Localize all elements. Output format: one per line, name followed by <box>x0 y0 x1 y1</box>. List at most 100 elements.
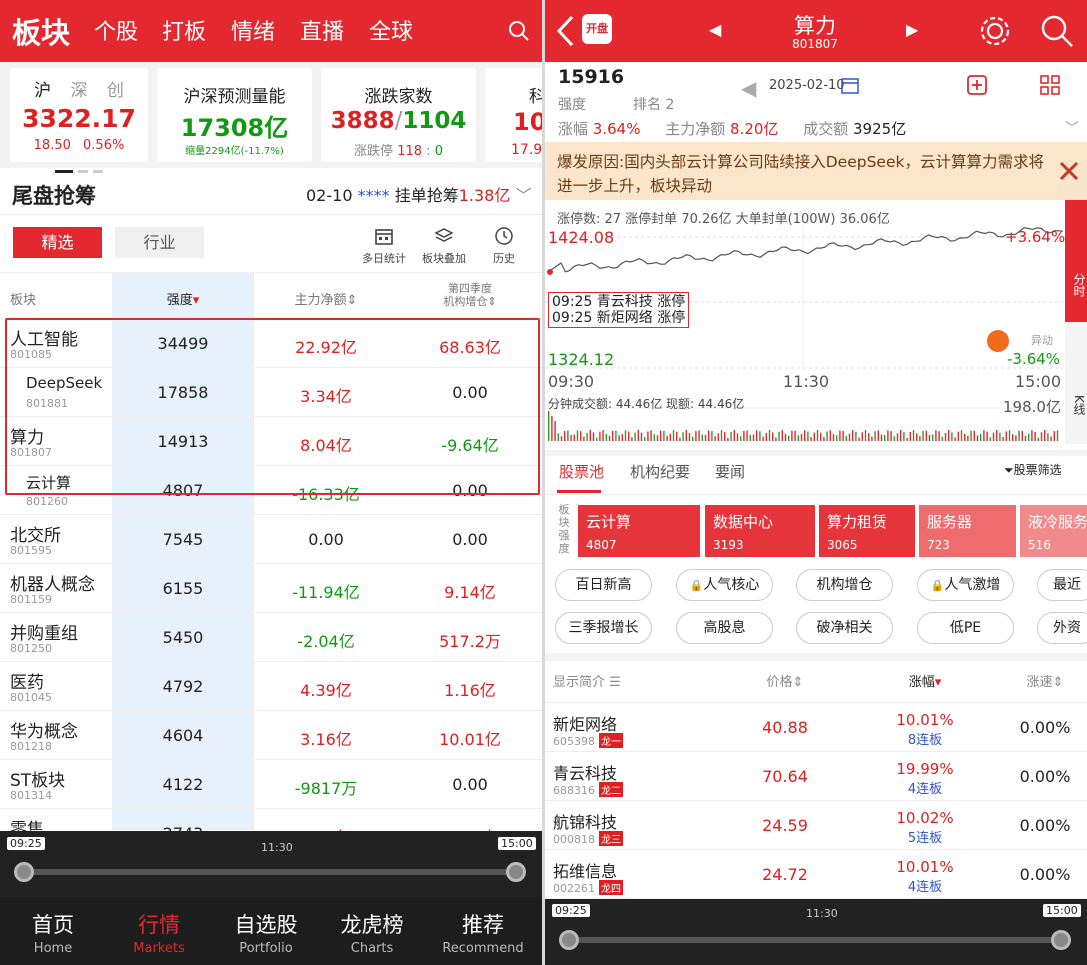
scrubber-track[interactable] <box>569 937 1063 943</box>
sector-inst: 9.14亿 <box>444 583 496 602</box>
intraday-chart[interactable]: 涨停数: 27 涨停封单 70.26亿 大单封单(100W) 36.06亿 14… <box>545 200 1065 450</box>
sector-overlay-button[interactable]: 板块叠加 <box>418 226 470 266</box>
stock-col-pct[interactable]: 涨幅▾ <box>875 671 975 690</box>
search-icon[interactable] <box>508 20 530 42</box>
tab-sentiment[interactable]: 情绪 <box>231 14 275 46</box>
search-icon[interactable] <box>1039 13 1075 49</box>
stock-col-price[interactable]: 价格⇕ <box>745 671 825 690</box>
side-tab-intraday[interactable]: 分时 <box>1065 200 1087 322</box>
tab-inst-notes[interactable]: 机构纪要 <box>630 461 690 482</box>
open-badge[interactable]: 开盘 <box>582 14 612 44</box>
table-row[interactable]: 机器人概念 801159 6155 -11.94亿 9.14亿 <box>0 564 542 613</box>
filter-pill[interactable]: 低PE <box>917 612 1014 644</box>
updown-card[interactable]: 涨跌家数 3888/1104 涨跌停 118 : 0 <box>321 68 476 162</box>
net-value: 8.20亿 <box>730 120 779 138</box>
tab-sectors[interactable]: 板块 <box>12 10 70 52</box>
subsector-tag[interactable]: 算力租赁 3065 <box>819 505 915 557</box>
volume-bar <box>647 431 649 441</box>
tab-news[interactable]: 要闻 <box>715 461 745 482</box>
filter-pill[interactable]: 破净相关 <box>796 612 893 644</box>
multi-day-stats-button[interactable]: 多日统计 <box>358 226 410 266</box>
volume-card[interactable]: 沪深预测量能 17308亿 缩量2294亿(-11.7%) <box>157 68 312 162</box>
section-info[interactable]: 02-10 **** 挂单抢筹1.38亿 ﹀ <box>306 182 531 206</box>
stock-col-speed[interactable]: 涨速⇕ <box>1005 671 1085 690</box>
tab-global[interactable]: 全球 <box>369 14 413 46</box>
index-tab-cy[interactable]: 创 <box>107 81 124 101</box>
scrubber-track[interactable] <box>24 869 518 875</box>
stock-row[interactable]: 拓维信息 002261 龙四 24.72 10.01% 4连板 0.00% <box>545 850 1087 899</box>
nav-markets[interactable]: 行情 Markets <box>109 909 209 956</box>
chevron-down-icon[interactable]: ﹀ <box>1065 118 1079 138</box>
history-button[interactable]: 历史 <box>484 226 524 266</box>
prev-arrow-icon[interactable]: ◀ <box>709 20 721 39</box>
index-card[interactable]: 沪 深 创 3322.17 18.50 0.56% <box>10 68 148 173</box>
event-box[interactable]: 09:25 青云科技 涨停 09:25 新炬网络 涨停 <box>548 292 690 328</box>
stock-screen-button[interactable]: ⏷股票筛选 <box>1004 461 1062 478</box>
subsector-tag[interactable]: 云计算 4807 <box>578 505 700 557</box>
partial-card[interactable]: 科 10 17.9 <box>485 68 542 162</box>
col-header-net[interactable]: 主力净额⇕ <box>254 289 398 308</box>
col-header-strength[interactable]: 强度▾ <box>112 289 254 308</box>
side-tab-kline[interactable]: K线 <box>1065 322 1087 444</box>
index-tab-sz[interactable]: 深 <box>71 81 88 101</box>
filter-selected-button[interactable]: 精选 <box>13 227 102 258</box>
tab-limit[interactable]: 打板 <box>162 14 206 46</box>
volume-bar <box>999 432 1001 441</box>
layers-icon <box>434 228 454 242</box>
volume-bar <box>903 432 905 441</box>
volume-bar <box>880 434 883 441</box>
filter-pill[interactable]: 🔒人气核心 <box>676 569 773 601</box>
anomaly-badge[interactable]: 异动 <box>1031 332 1053 348</box>
date-label[interactable]: 2025-02-10 <box>769 78 845 93</box>
filter-pill[interactable]: 高股息 <box>676 612 773 644</box>
nav-recommend[interactable]: 推荐 Recommend <box>433 909 533 956</box>
close-icon[interactable] <box>1058 160 1080 182</box>
index-value: 3322.17 <box>22 104 136 133</box>
stock-row[interactable]: 航锦科技 000818 龙三 24.59 10.02% 5连板 0.00% <box>545 801 1087 850</box>
add-icon[interactable] <box>966 74 988 96</box>
tab-live[interactable]: 直播 <box>300 14 344 46</box>
grid-icon[interactable] <box>1039 74 1061 96</box>
col-header-inst-line1: 第四季度 <box>448 282 492 295</box>
table-row[interactable]: ST板块 801314 4122 -9817万 0.00 <box>0 760 542 809</box>
table-row[interactable]: 北交所 801595 7545 0.00 0.00 <box>0 515 542 564</box>
stock-col-name[interactable]: 显示简介 ☰ <box>553 671 621 690</box>
calendar-icon[interactable] <box>841 76 859 94</box>
filter-pill[interactable]: 最近 <box>1037 569 1087 601</box>
tab-stock-pool[interactable]: 股票池 <box>559 461 604 482</box>
subsector-tag[interactable]: 数据中心 3193 <box>705 505 815 557</box>
stock-row[interactable]: 青云科技 688316 龙二 70.64 19.99% 4连板 0.00% <box>545 752 1087 801</box>
next-arrow-icon[interactable]: ▶ <box>906 20 918 39</box>
table-row[interactable]: 医药 801045 4792 4.39亿 1.16亿 <box>0 662 542 711</box>
stock-name: 新炬网络 <box>553 715 618 734</box>
sector-strength: 4792 <box>162 677 204 696</box>
back-icon[interactable] <box>555 14 575 48</box>
volume-bar <box>855 431 857 441</box>
nav-charts[interactable]: 龙虎榜 Charts <box>322 909 422 956</box>
filter-pill[interactable]: 三季报增长 <box>555 612 652 644</box>
filter-pill[interactable]: 百日新高 <box>555 569 652 601</box>
index-tab-sh[interactable]: 沪 <box>34 81 51 101</box>
gear-icon[interactable] <box>977 13 1013 49</box>
filter-pill[interactable]: 🔒人气激增 <box>917 569 1014 601</box>
scrubber-end-handle[interactable] <box>1051 930 1071 950</box>
tab-stocks[interactable]: 个股 <box>94 14 138 46</box>
subsector-tag[interactable]: 液冷服务 516 <box>1020 505 1087 557</box>
scrubber-end-handle[interactable] <box>506 862 526 882</box>
time-scrubber[interactable]: 09:25 11:30 15:00 <box>545 899 1087 965</box>
anomaly-icon[interactable] <box>987 330 1009 352</box>
scrubber-start-handle[interactable] <box>559 930 579 950</box>
nav-home[interactable]: 首页 Home <box>3 909 103 956</box>
scrubber-start-handle[interactable] <box>14 862 34 882</box>
stock-row[interactable]: 新炬网络 605398 龙一 40.88 10.01% 8连板 0.00% <box>545 703 1087 752</box>
date-prev-icon[interactable]: ◀ <box>741 76 756 100</box>
nav-portfolio[interactable]: 自选股 Portfolio <box>216 909 316 956</box>
filter-industry-button[interactable]: 行业 <box>115 227 204 258</box>
col-header-inst[interactable]: 第四季度 机构增仓⇕ <box>398 282 542 308</box>
table-row[interactable]: 并购重组 801250 5450 -2.04亿 517.2万 <box>0 613 542 662</box>
table-row[interactable]: 华为概念 801218 4604 3.16亿 10.01亿 <box>0 711 542 760</box>
filter-pill[interactable]: 机构增仓 <box>796 569 893 601</box>
time-scrubber[interactable]: 09:25 11:30 15:00 <box>0 831 542 897</box>
subsector-tag[interactable]: 服务器 723 <box>919 505 1016 557</box>
filter-pill[interactable]: 外资 <box>1037 612 1087 644</box>
